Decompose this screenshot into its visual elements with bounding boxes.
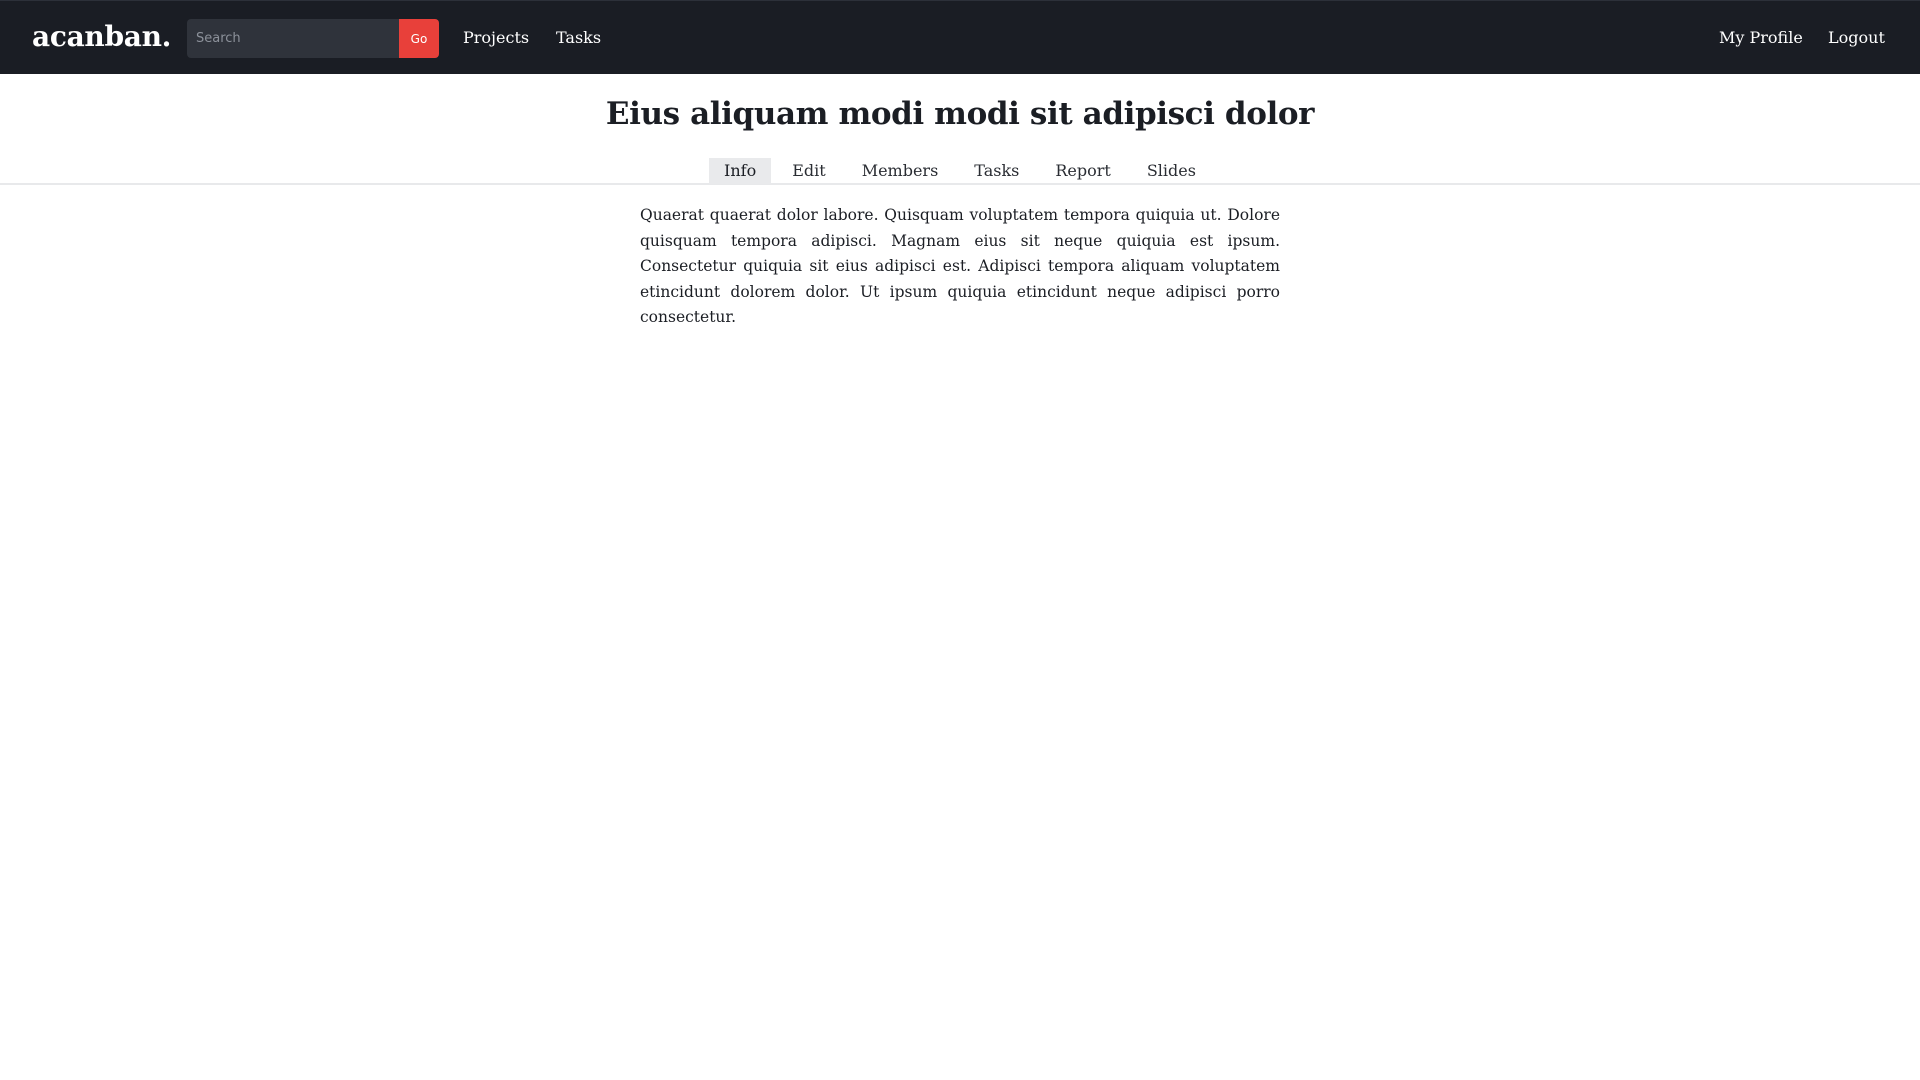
nav-link-projects[interactable]: Projects bbox=[463, 1, 529, 75]
project-title: Eius aliquam modi modi sit adipisci dolo… bbox=[605, 96, 1315, 132]
search-input[interactable] bbox=[187, 19, 399, 58]
tab-info[interactable]: Info bbox=[709, 158, 772, 184]
search-form: Go bbox=[187, 19, 439, 58]
project-description: Quaerat quaerat dolor labore. Quisquam v… bbox=[640, 206, 1280, 326]
tab-tasks[interactable]: Tasks bbox=[959, 158, 1034, 184]
project-tabs: Info Edit Members Tasks Report Slides bbox=[0, 158, 1920, 184]
nav-link-tasks[interactable]: Tasks bbox=[556, 1, 601, 75]
search-go-button[interactable]: Go bbox=[399, 19, 439, 58]
tab-slides[interactable]: Slides bbox=[1132, 158, 1211, 184]
tab-members[interactable]: Members bbox=[847, 158, 954, 184]
nav-link-my-profile[interactable]: My Profile bbox=[1719, 1, 1803, 75]
tab-report[interactable]: Report bbox=[1040, 158, 1125, 184]
tab-edit[interactable]: Edit bbox=[777, 158, 840, 184]
nav-link-logout[interactable]: Logout bbox=[1828, 1, 1885, 75]
brand-logo[interactable]: acanban. bbox=[32, 1, 171, 75]
top-navbar: acanban. Go Projects Tasks My Profile Lo… bbox=[0, 0, 1920, 74]
